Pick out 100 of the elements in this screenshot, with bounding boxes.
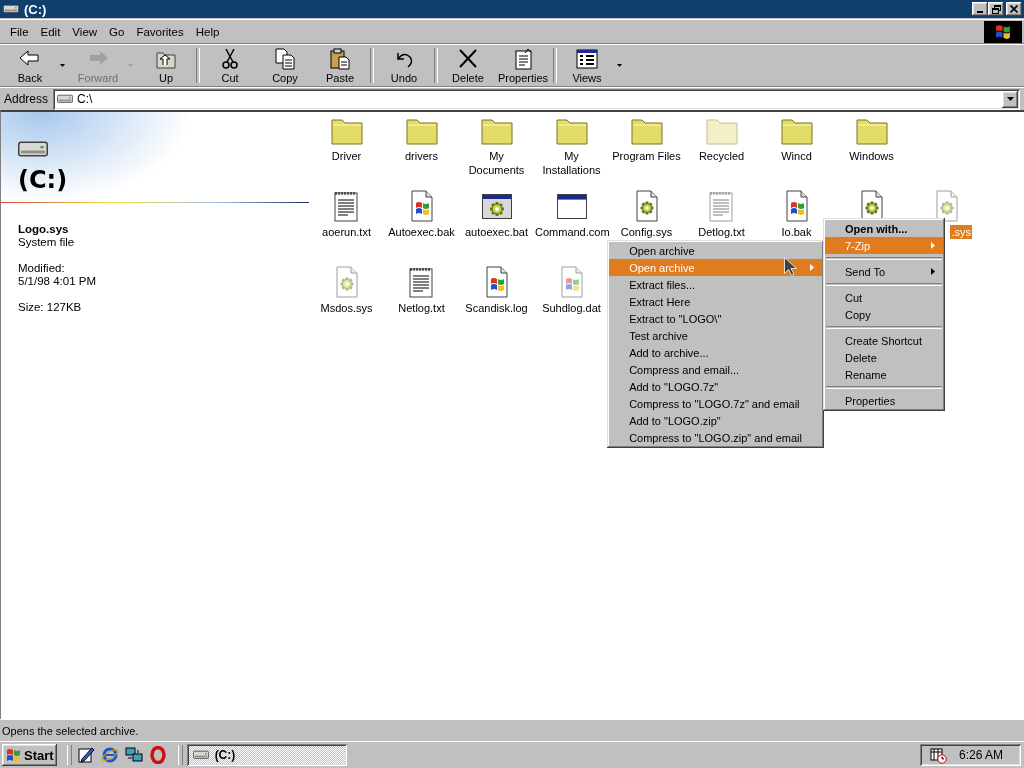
drive-icon xyxy=(18,140,48,158)
drive-title: (C:) xyxy=(18,165,68,195)
start-button[interactable]: Start xyxy=(2,744,57,766)
menu-item[interactable]: Open with... xyxy=(825,220,943,237)
globe-icon[interactable] xyxy=(99,745,120,765)
network-computer-icon[interactable] xyxy=(123,745,144,765)
menu-item[interactable]: Extract Here xyxy=(609,293,822,310)
close-icon xyxy=(1010,5,1018,13)
file-label[interactable]: My Installations xyxy=(534,149,609,177)
file-label[interactable]: Io.bak xyxy=(780,225,813,239)
menu-item[interactable]: Extract files... xyxy=(609,276,822,293)
file-label[interactable]: Msdos.sys xyxy=(319,301,374,315)
toolbar-button[interactable]: Paste xyxy=(314,45,366,86)
menu-item[interactable]: Send To xyxy=(825,263,943,280)
menu-item[interactable]: Add to "LOGO.zip" xyxy=(609,412,822,429)
file-label[interactable]: Scandisk.log xyxy=(464,301,529,315)
menu-item[interactable]: File xyxy=(4,23,35,40)
modified-date: 5/1/98 4:01 PM xyxy=(18,275,97,288)
restore-button[interactable] xyxy=(988,2,1004,16)
toolbar-button[interactable]: Back xyxy=(4,45,56,86)
menu-item[interactable]: Delete xyxy=(825,349,943,366)
menu-item[interactable]: Rename xyxy=(825,366,943,383)
file-label[interactable]: Config.sys xyxy=(619,225,674,239)
menu-item[interactable]: Compress to "LOGO.7z" and email xyxy=(609,395,822,412)
folder-icon[interactable] xyxy=(780,116,813,146)
menu-item[interactable]: Edit xyxy=(34,23,67,40)
toolbar-button[interactable]: Properties xyxy=(497,45,549,86)
folder-icon[interactable] xyxy=(330,116,363,146)
toolbar-button[interactable]: Undo xyxy=(378,45,430,86)
calendar-clock-icon[interactable] xyxy=(930,746,947,764)
menu-item[interactable]: Open archive xyxy=(609,242,822,259)
menu-item[interactable]: View xyxy=(66,23,104,40)
clipboard-icon xyxy=(328,47,352,70)
flag-icon xyxy=(994,23,1012,40)
restore-icon xyxy=(991,4,1001,14)
submenu-arrow-icon xyxy=(931,242,935,249)
window-title: (C:) xyxy=(24,1,48,17)
taskbar-button[interactable]: (C:) xyxy=(186,744,347,766)
file-name: Logo.sys xyxy=(18,223,70,236)
file-label[interactable]: aoerun.txt xyxy=(321,225,372,239)
file-label[interactable]: Netlog.txt xyxy=(397,301,446,315)
menu-item[interactable]: Help xyxy=(189,23,226,40)
caret-icon xyxy=(60,64,65,67)
folder-icon[interactable] xyxy=(855,116,888,146)
menu-item[interactable]: Extract to "LOGO\" xyxy=(609,310,822,327)
file-label[interactable]: Suhdlog.dat xyxy=(541,301,602,315)
file-label[interactable]: Command.com xyxy=(534,225,609,239)
menu-item[interactable]: Compress to "LOGO.zip" and email xyxy=(609,429,822,446)
dropdown-button[interactable] xyxy=(1002,90,1018,108)
toolbar-button[interactable]: Delete xyxy=(442,45,494,86)
file-label[interactable]: Recycled xyxy=(697,149,746,163)
file-label[interactable]: drivers xyxy=(404,149,439,163)
caret-icon xyxy=(617,64,622,67)
menu-item[interactable]: Add to archive... xyxy=(609,344,822,361)
folder-icon[interactable] xyxy=(630,116,663,146)
submenu-arrow-icon xyxy=(810,264,814,271)
file-label[interactable]: Driver xyxy=(330,149,363,163)
file-size: Size: 127KB xyxy=(18,301,83,314)
file-label[interactable]: My Documents xyxy=(459,149,534,177)
menu-item[interactable]: Go xyxy=(103,23,131,40)
folder-icon[interactable] xyxy=(480,116,513,146)
file-label[interactable]: Program Files xyxy=(611,149,682,163)
menu-item[interactable]: Create Shortcut xyxy=(825,332,943,349)
drive-icon xyxy=(3,4,19,14)
status-text: Opens the selected archive. xyxy=(2,724,139,737)
x-icon xyxy=(456,47,480,70)
close-button[interactable] xyxy=(1006,2,1022,16)
toolbar-button[interactable]: Copy xyxy=(259,45,311,86)
copy-icon xyxy=(273,47,297,70)
toolbar-button[interactable]: Up xyxy=(140,45,192,86)
caret-icon xyxy=(128,64,133,67)
caret-icon xyxy=(1006,97,1014,101)
minimize-button[interactable] xyxy=(972,2,988,16)
menu-item[interactable]: Properties xyxy=(825,392,943,409)
menu-item[interactable]: Copy xyxy=(825,306,943,323)
modified-label: Modified: xyxy=(18,262,66,275)
folder-icon[interactable] xyxy=(405,116,438,146)
file-label[interactable]: Detlog.txt xyxy=(697,225,746,239)
menu-item[interactable]: Cut xyxy=(825,289,943,306)
mouse-pointer-icon xyxy=(784,257,797,277)
edit-page-icon[interactable] xyxy=(75,745,96,765)
menu-item[interactable]: Test archive xyxy=(609,327,822,344)
menu-item[interactable]: Favorites xyxy=(130,23,190,40)
flag-icon xyxy=(5,747,22,763)
drive-icon xyxy=(57,94,74,104)
file-label[interactable]: Wincd xyxy=(780,149,813,163)
file-label[interactable]: Autoexec.bak xyxy=(387,225,456,239)
drive-icon xyxy=(192,750,209,760)
address-field[interactable]: C:\ xyxy=(53,88,1020,110)
folder-icon[interactable] xyxy=(555,116,588,146)
address-label: Address xyxy=(3,92,50,106)
file-label[interactable]: autoexec.bat xyxy=(464,225,529,239)
menu-item[interactable]: Add to "LOGO.7z" xyxy=(609,378,822,395)
views-icon xyxy=(575,47,599,70)
clock: 6:26 AM xyxy=(959,748,1004,762)
toolbar-button[interactable]: Views xyxy=(561,45,613,86)
menu-item[interactable]: Compress and email... xyxy=(609,361,822,378)
toolbar-button[interactable]: Cut xyxy=(204,45,256,86)
submenu-arrow-icon xyxy=(931,268,935,275)
file-label[interactable]: Windows xyxy=(848,149,895,163)
